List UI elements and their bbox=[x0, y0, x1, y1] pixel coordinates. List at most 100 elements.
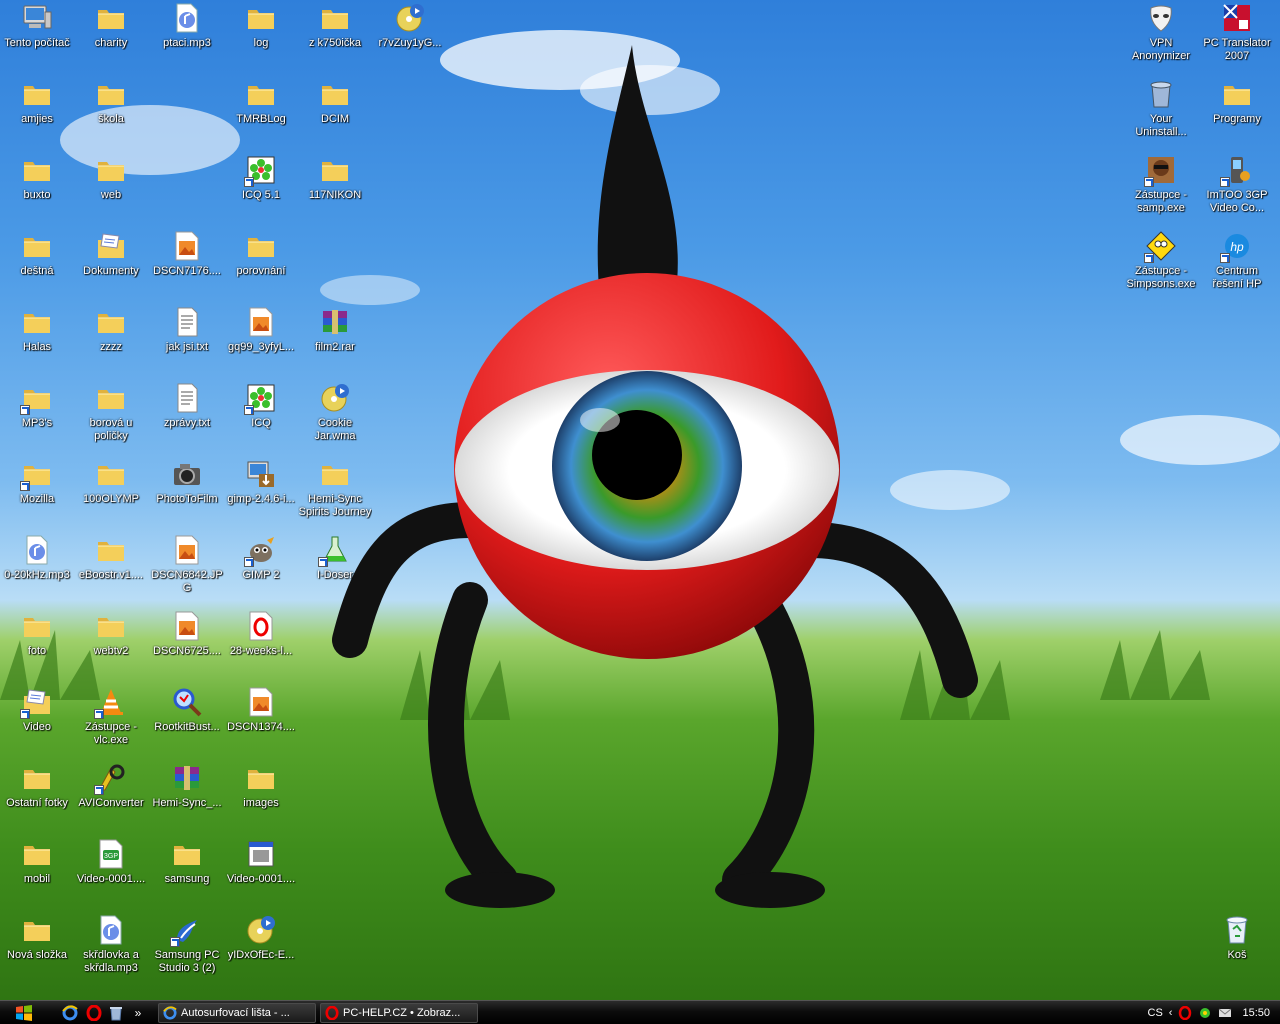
phone-icon bbox=[1220, 154, 1253, 187]
desktop-icon[interactable]: Zástupce - vlc.exe bbox=[74, 684, 148, 760]
folder-icon bbox=[95, 458, 127, 490]
desktop-icon[interactable]: AVIConverter bbox=[74, 760, 148, 836]
desktop-icon[interactable]: 28-weeks-l... bbox=[224, 608, 298, 684]
desktop-icon[interactable]: DSCN1374.... bbox=[224, 684, 298, 760]
desktop-icon-label: MP3's bbox=[21, 417, 53, 429]
desktop-icon[interactable]: Zástupce - samp.exe bbox=[1124, 152, 1198, 228]
desktop-icon[interactable]: gq99_3yfyL... bbox=[224, 304, 298, 380]
desktop-icon[interactable]: DSCN6725.... bbox=[150, 608, 224, 684]
desktop-icon[interactable]: z k750ička bbox=[298, 0, 372, 76]
icq-icon bbox=[244, 382, 277, 415]
desktop-icon[interactable]: Hemi-Sync Spirits Journey bbox=[298, 456, 372, 532]
desktop-icon[interactable]: Your Uninstall... bbox=[1124, 76, 1198, 152]
tray-expand-arrow[interactable]: ‹ bbox=[1169, 1007, 1173, 1019]
task-button-pchelp[interactable]: PC-HELP.CZ • Zobraz... bbox=[320, 1003, 478, 1023]
desktop-icon[interactable]: jak jsi.txt bbox=[150, 304, 224, 380]
desktop-icon[interactable]: TMRBLog bbox=[224, 76, 298, 152]
desktop-icon[interactable]: gimp-2.4.6-i... bbox=[224, 456, 298, 532]
clock[interactable]: 15:50 bbox=[1242, 1007, 1270, 1019]
desktop-icon-label: yIDxOfEc-E... bbox=[227, 949, 295, 961]
quicklaunch-overflow[interactable]: » bbox=[128, 1003, 148, 1023]
desktop-icon-label: Video-0001.... bbox=[226, 873, 296, 885]
desktop-icon[interactable]: Dokumenty bbox=[74, 228, 148, 304]
folder-icon bbox=[21, 762, 53, 794]
desktop-icon-label: zzzz bbox=[100, 341, 122, 353]
desktop-icon[interactable]: zzzz bbox=[74, 304, 148, 380]
desktop-icon[interactable]: Mozilla bbox=[0, 456, 74, 532]
desktop-icon[interactable]: Hemi-Sync_... bbox=[150, 760, 224, 836]
folder-icon bbox=[21, 78, 53, 110]
quicklaunch-internet-explorer[interactable] bbox=[60, 1003, 80, 1023]
desktop-icon[interactable]: MP3's bbox=[0, 380, 74, 456]
samp-icon bbox=[1144, 154, 1177, 187]
desktop-icon[interactable]: mobil bbox=[0, 836, 74, 912]
desktop-icon[interactable]: buxto bbox=[0, 152, 74, 228]
desktop-icon[interactable]: Nová složka bbox=[0, 912, 74, 988]
desktop-icon[interactable]: charity bbox=[74, 0, 148, 76]
desktop-icon-label: GIMP 2 bbox=[242, 569, 280, 581]
desktop-icon[interactable]: r7vZuy1yG... bbox=[373, 0, 447, 76]
icq-tray-icon[interactable] bbox=[1198, 1006, 1212, 1020]
desktop-icon[interactable]: deštná bbox=[0, 228, 74, 304]
desktop-icon[interactable]: foto bbox=[0, 608, 74, 684]
recycle-icon bbox=[1221, 914, 1253, 946]
quicklaunch-opera[interactable] bbox=[84, 1003, 104, 1023]
desktop-icon[interactable]: Cookie Jar.wma bbox=[298, 380, 372, 456]
desktop-icon[interactable]: Ostatní fotky bbox=[0, 760, 74, 836]
desktop-icon[interactable]: eBoostr.v1.... bbox=[74, 532, 148, 608]
desktop-icon[interactable]: hp Centrum řešení HP bbox=[1200, 228, 1274, 304]
desktop-icon-label: Programy bbox=[1213, 113, 1261, 125]
desktop-icon[interactable]: skřdlovka a skřdla.mp3 bbox=[74, 912, 148, 988]
desktop-icon-label: images bbox=[243, 797, 279, 809]
rar-icon bbox=[171, 762, 203, 794]
desktop-icon[interactable]: 0-20kHz.mp3 bbox=[0, 532, 74, 608]
quicklaunch-recycle[interactable] bbox=[106, 1003, 126, 1023]
desktop-icon[interactable]: PC Translator 2007 bbox=[1200, 0, 1274, 76]
start-button[interactable] bbox=[0, 1003, 48, 1023]
desktop-icon[interactable]: zprávy.txt bbox=[150, 380, 224, 456]
desktop-icon[interactable]: RootkitBust... bbox=[150, 684, 224, 760]
desktop-icon[interactable]: DSCN7176.... bbox=[150, 228, 224, 304]
desktop-icon[interactable]: amjies bbox=[0, 76, 74, 152]
desktop-icon[interactable]: 100OLYMP bbox=[74, 456, 148, 532]
magnifier-icon bbox=[171, 686, 203, 718]
desktop-icon[interactable]: Tento počítač bbox=[0, 0, 74, 76]
shortcut-arrow-icon bbox=[1220, 253, 1230, 263]
desktop-icon[interactable]: Video bbox=[0, 684, 74, 760]
desktop-icon[interactable]: log bbox=[224, 0, 298, 76]
desktop-icon[interactable]: VPN Anonymizer bbox=[1124, 0, 1198, 76]
desktop-icon[interactable]: ImTOO 3GP Video Co... bbox=[1200, 152, 1274, 228]
desktop-icon[interactable]: Halas bbox=[0, 304, 74, 380]
desktop-icon[interactable]: škola bbox=[74, 76, 148, 152]
desktop-icon[interactable]: Koš bbox=[1200, 912, 1274, 988]
image-icon bbox=[245, 306, 277, 338]
desktop-icon[interactable]: samsung bbox=[150, 836, 224, 912]
desktop-icon[interactable]: GIMP 2 bbox=[224, 532, 298, 608]
language-indicator[interactable]: CS bbox=[1148, 1007, 1163, 1019]
desktop-icon[interactable]: 117NIKON bbox=[298, 152, 372, 228]
desktop[interactable]: Tento počítač charity ptaci.mp3 log z k750ič… bbox=[0, 0, 1280, 1000]
desktop-icon[interactable]: web bbox=[74, 152, 148, 228]
desktop-icon[interactable]: DSCN6842.JPG bbox=[150, 532, 224, 608]
desktop-icon[interactable]: Samsung PC Studio 3 (2) bbox=[150, 912, 224, 988]
opera-tray-icon[interactable] bbox=[1178, 1006, 1192, 1020]
desktop-icon[interactable]: yIDxOfEc-E... bbox=[224, 912, 298, 988]
desktop-icon-label: Your Uninstall... bbox=[1135, 113, 1187, 138]
desktop-icon[interactable]: Programy bbox=[1200, 76, 1274, 152]
desktop-icon[interactable]: images bbox=[224, 760, 298, 836]
desktop-icon[interactable]: borová u poličky bbox=[74, 380, 148, 456]
desktop-icon[interactable]: DCIM bbox=[298, 76, 372, 152]
desktop-icon[interactable]: 3GP Video-0001.... bbox=[74, 836, 148, 912]
desktop-icon[interactable]: I-Doser bbox=[298, 532, 372, 608]
desktop-icon[interactable]: PhotoToFilm bbox=[150, 456, 224, 532]
desktop-icon[interactable]: ICQ bbox=[224, 380, 298, 456]
desktop-icon[interactable]: film2.rar bbox=[298, 304, 372, 380]
desktop-icon[interactable]: ICQ 5.1 bbox=[224, 152, 298, 228]
desktop-icon[interactable]: porovnání bbox=[224, 228, 298, 304]
task-button-autosurf[interactable]: Autosurfovací lišta - ... bbox=[158, 1003, 316, 1023]
desktop-icon[interactable]: Video-0001.... bbox=[224, 836, 298, 912]
desktop-icon[interactable]: webtv2 bbox=[74, 608, 148, 684]
desktop-icon[interactable]: Zástupce - Simpsons.exe bbox=[1124, 228, 1198, 304]
desktop-icon[interactable]: ptaci.mp3 bbox=[150, 0, 224, 76]
mail-icon[interactable] bbox=[1218, 1006, 1232, 1020]
